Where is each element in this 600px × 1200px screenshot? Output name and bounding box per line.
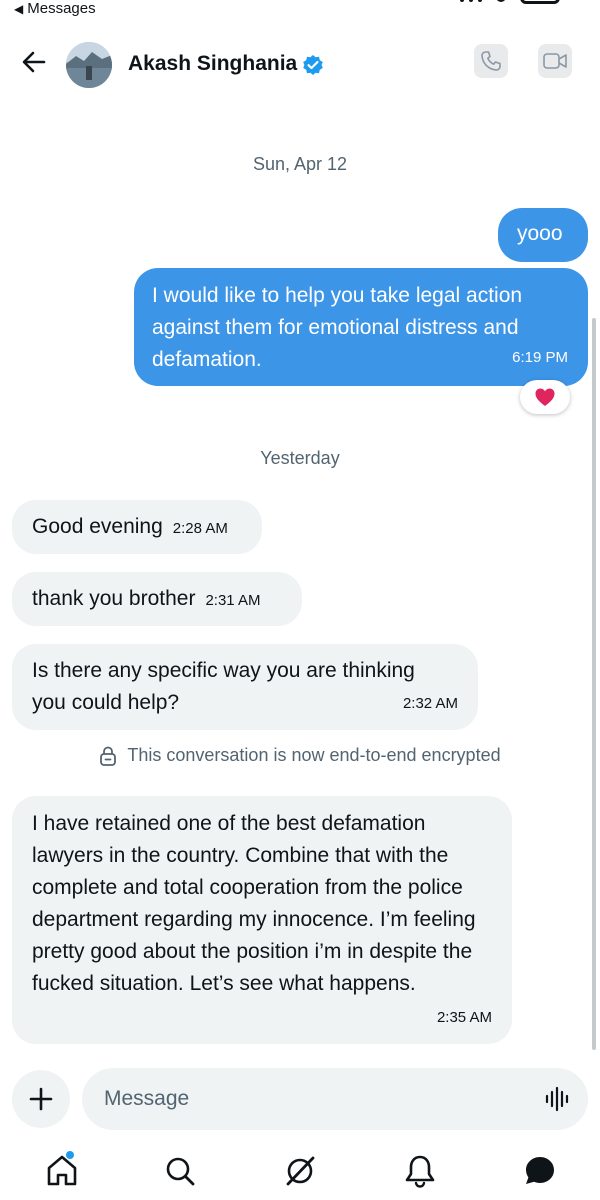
message-text: Good evening: [32, 515, 163, 538]
video-camera-icon: [543, 53, 567, 69]
date-separator: Sun, Apr 12: [252, 154, 348, 174]
message-bubble-outgoing[interactable]: yooo: [498, 208, 588, 262]
battery-icon: [520, 0, 560, 4]
status-icons: [460, 0, 560, 4]
message-timestamp: 2:28 AM: [172, 520, 228, 537]
back-to-messages-link[interactable]: ◀ Messages: [14, 0, 96, 17]
message-bubble-incoming[interactable]: thank you brother 2:31 AM: [12, 572, 302, 626]
conversation-header: Akash Singhania: [0, 34, 600, 96]
bottom-tab-bar: [0, 1145, 600, 1200]
message-bubble-incoming[interactable]: Is there any specific way you are thinki…: [12, 644, 478, 730]
avatar[interactable]: [66, 42, 112, 88]
verified-badge-icon: [303, 55, 323, 75]
back-arrow-icon[interactable]: [20, 48, 48, 76]
bell-icon[interactable]: [402, 1153, 438, 1189]
message-bubble-incoming[interactable]: Good evening 2:28 AM: [12, 500, 262, 554]
phone-icon: [481, 51, 501, 71]
date-separator: Yesterday: [260, 448, 340, 468]
message-timestamp: 2:31 AM: [205, 592, 261, 609]
lock-icon: [100, 746, 117, 766]
message-bubble-incoming[interactable]: I have retained one of the best defamati…: [12, 796, 512, 1044]
message-text: I would like to help you take legal acti…: [152, 284, 523, 371]
home-icon[interactable]: [44, 1153, 80, 1189]
back-to-messages-label: Messages: [27, 0, 96, 17]
message-text: Is there any specific way you are thinki…: [32, 659, 415, 714]
reaction-badge[interactable]: [520, 380, 570, 414]
wifi-icon: [496, 0, 506, 2]
scrollbar[interactable]: [592, 318, 596, 1050]
encryption-notice-text: This conversation is now end-to-end encr…: [127, 745, 501, 765]
search-icon[interactable]: [162, 1153, 198, 1189]
voice-call-button[interactable]: [474, 44, 508, 78]
voice-message-icon[interactable]: [545, 1086, 571, 1112]
add-attachment-button[interactable]: [12, 1070, 70, 1128]
message-timestamp: 2:32 AM: [402, 695, 458, 712]
message-text: yooo: [517, 222, 563, 245]
signal-icon: [460, 0, 482, 2]
messages-icon[interactable]: [522, 1153, 558, 1189]
contact-name[interactable]: Akash Singhania: [128, 52, 297, 76]
message-composer: [0, 1068, 600, 1130]
message-text: thank you brother: [32, 587, 196, 610]
notification-dot: [66, 1151, 74, 1159]
encryption-notice: This conversation is now end-to-end encr…: [0, 745, 600, 766]
back-triangle-icon: ◀: [14, 1, 24, 16]
message-bubble-outgoing[interactable]: I would like to help you take legal acti…: [134, 268, 588, 386]
heart-icon: [535, 388, 555, 406]
plus-icon: [29, 1087, 53, 1111]
message-text: I have retained one of the best defamati…: [32, 812, 476, 995]
status-bar: ◀ Messages: [0, 0, 600, 22]
message-input[interactable]: [82, 1068, 588, 1130]
grok-icon[interactable]: [282, 1153, 318, 1189]
message-timestamp: 6:19 PM: [512, 349, 568, 366]
video-call-button[interactable]: [538, 44, 572, 78]
message-timestamp: 2:35 AM: [436, 1009, 492, 1026]
